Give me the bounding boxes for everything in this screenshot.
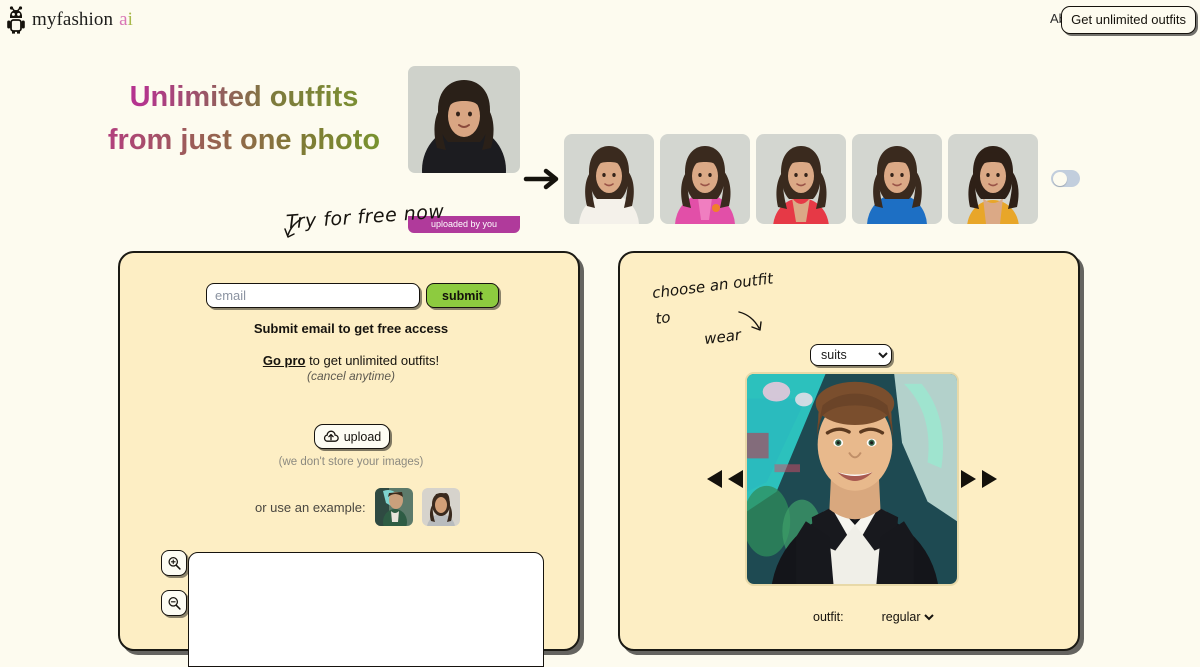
brand-logo[interactable]: myfashion ai xyxy=(6,6,133,34)
result-thumbnail-1[interactable] xyxy=(660,134,750,224)
double-left-arrow-icon xyxy=(707,470,722,488)
zoom-out-button[interactable] xyxy=(161,590,187,616)
result-thumbnail-4[interactable] xyxy=(948,134,1038,224)
zoom-in-icon xyxy=(167,556,181,570)
outfit-label: outfit: xyxy=(813,610,844,624)
zoom-out-icon xyxy=(167,596,181,610)
example-thumbnail-0[interactable] xyxy=(374,488,413,526)
get-unlimited-outfits-button[interactable]: Get unlimited outfits xyxy=(1061,6,1196,34)
double-right-arrow-icon-2 xyxy=(982,470,997,488)
zoom-in-button[interactable] xyxy=(161,550,187,576)
go-pro-link[interactable]: Go pro xyxy=(263,353,306,368)
upload-button[interactable]: upload xyxy=(314,424,390,449)
cloud-upload-icon xyxy=(323,430,339,442)
results-toggle-switch[interactable] xyxy=(1051,170,1080,187)
outfit-picker-card: choose an outfit to wear suits outfit: r… xyxy=(618,251,1080,651)
signup-card: submit Submit email to get free access G… xyxy=(118,251,582,667)
free-access-text: Submit email to get free access xyxy=(253,321,449,336)
example-photos-row: or use an example: xyxy=(255,488,460,526)
example-thumbnail-1[interactable] xyxy=(421,488,460,526)
brand-letter-a: a xyxy=(119,9,128,30)
upload-button-label: upload xyxy=(343,429,382,444)
example-label: or use an example: xyxy=(255,499,366,515)
example-photo-strip: uploaded by you xyxy=(0,60,1200,233)
double-left-arrow-icon-2 xyxy=(728,470,743,488)
choose-outfit-arrow-icon xyxy=(738,311,762,331)
outfit-preview-image xyxy=(745,372,959,586)
outfit-kind-row: outfit: regular xyxy=(813,609,937,625)
brand-letter-i: i xyxy=(127,9,133,30)
choose-outfit-line-2: wear xyxy=(703,325,742,349)
result-thumbnail-2[interactable] xyxy=(756,134,846,224)
submit-button[interactable]: submit xyxy=(426,283,499,308)
arrow-right-icon xyxy=(523,168,559,190)
try-free-arrow-icon xyxy=(284,217,303,238)
no-store-disclaimer: (we don't store your images) xyxy=(278,456,424,468)
uploaded-source-photo xyxy=(408,66,520,173)
image-preview-canvas[interactable] xyxy=(188,552,544,667)
page-header: myfashionai About Get unlimited outfits xyxy=(0,0,1200,40)
email-input[interactable] xyxy=(206,283,420,308)
brand-name: myfashion xyxy=(32,9,114,30)
go-pro-line: Go pro to get unlimited outfits! xyxy=(120,353,582,368)
result-thumbnail-3[interactable] xyxy=(852,134,942,224)
next-outfit-button[interactable] xyxy=(960,469,999,489)
outfit-kind-select[interactable]: regular xyxy=(877,609,937,625)
double-right-arrow-icon xyxy=(961,470,976,488)
previous-outfit-button[interactable] xyxy=(705,469,744,489)
outfit-category-select[interactable]: suits xyxy=(810,344,892,366)
cancel-anytime-text: (cancel anytime) xyxy=(306,369,396,383)
choose-outfit-note: choose an outfit to wear xyxy=(651,264,790,357)
go-pro-rest: to get unlimited outfits! xyxy=(305,353,440,368)
result-thumbnail-0[interactable] xyxy=(564,134,654,224)
toggle-knob xyxy=(1052,171,1067,186)
robot-icon xyxy=(7,6,25,34)
